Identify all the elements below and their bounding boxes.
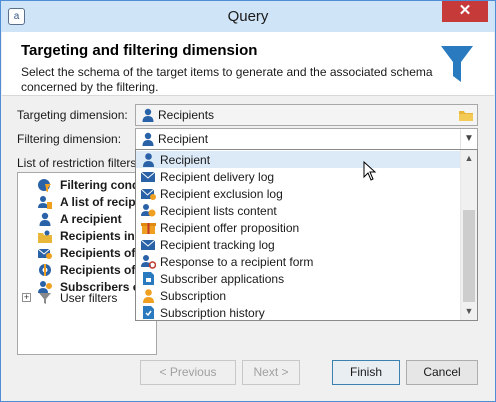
dropdown-item-label: Subscription history [160, 306, 265, 320]
targeting-dimension-label: Targeting dimension: [17, 108, 128, 122]
dropdown-item-label: Recipient lists content [160, 204, 277, 218]
dropdown-item-recipient[interactable]: Recipient [136, 151, 461, 168]
dropdown-item-offer-proposition[interactable]: Recipient offer proposition [136, 219, 461, 236]
tracking-mail-icon [141, 239, 156, 250]
query-window: a Query ✕ Targeting and filtering dimens… [0, 0, 496, 402]
mail-person-icon [38, 248, 52, 259]
chevron-down-icon[interactable]: ▼ [461, 303, 477, 320]
restriction-filters-label: List of restriction filters [17, 156, 137, 170]
chevron-up-icon[interactable]: ▲ [461, 150, 477, 167]
filtering-dimension-value: Recipient [158, 132, 209, 146]
mouse-cursor-icon [363, 161, 377, 181]
tree-item-label: Recipients of [60, 263, 136, 277]
dropdown-item-lists-content[interactable]: Recipient lists content [136, 202, 461, 219]
mail-log-icon [141, 171, 156, 182]
tree-item-label: Filtering cond [60, 178, 140, 192]
dropdown-item-label: Recipient tracking log [160, 238, 275, 252]
dropdown-item-label: Recipient [160, 153, 211, 167]
filtering-dimension-dropdown[interactable]: Recipient Recipient delivery log Recipie… [135, 149, 478, 321]
page-title: Targeting and filtering dimension [21, 42, 258, 59]
expand-icon[interactable]: + [22, 293, 31, 302]
folder-person-icon [38, 230, 52, 243]
next-button[interactable]: Next > [242, 360, 300, 385]
dropdown-item-exclusion-log[interactable]: Recipient exclusion log [136, 185, 461, 202]
person-icon [39, 212, 51, 226]
dropdown-item-subscriber-applications[interactable]: Subscriber applications [136, 270, 461, 287]
funnel-icon [441, 46, 473, 82]
subscription-icon [143, 289, 154, 303]
history-doc-icon [143, 306, 154, 319]
funnel-icon [39, 293, 51, 304]
dropdown-item-label: Response to a recipient form [160, 255, 314, 269]
dropdown-item-subscription[interactable]: Subscription [136, 287, 461, 304]
dropdown-item-tracking-log[interactable]: Recipient tracking log [136, 236, 461, 253]
dropdown-item-label: Subscription [160, 289, 227, 303]
person-at-icon [141, 255, 156, 269]
tree-item-label: Recipients inc [60, 229, 142, 243]
cancel-button[interactable]: Cancel [406, 360, 478, 385]
dropdown-scrollbar[interactable]: ▲ ▼ [460, 150, 477, 320]
app-doc-icon [143, 272, 154, 285]
window-title: Query [227, 8, 269, 25]
person-icon [143, 153, 154, 167]
life-ring-icon [39, 264, 51, 276]
filter-condition-icon [38, 179, 51, 192]
person-icon [142, 108, 154, 122]
person-icon [142, 132, 154, 146]
wizard-header: Targeting and filtering dimension Select… [2, 32, 494, 96]
dropdown-item-label: Recipient delivery log [160, 170, 275, 184]
tree-item-label: Recipients of [60, 246, 136, 260]
tree-item-label: A recipient [60, 212, 122, 226]
dropdown-item-response-form[interactable]: Response to a recipient form [136, 253, 461, 270]
chevron-down-icon[interactable]: ▼ [460, 129, 477, 149]
dropdown-item-delivery-log[interactable]: Recipient delivery log [136, 168, 461, 185]
gift-icon [141, 223, 156, 234]
tree-item-label: User filters [60, 291, 118, 305]
title-bar[interactable]: a Query ✕ [1, 1, 495, 32]
filtering-dimension-label: Filtering dimension: [17, 132, 122, 146]
page-description: Select the schema of the target items to… [21, 65, 433, 94]
scrollbar-thumb[interactable] [463, 210, 475, 302]
dropdown-item-subscription-history[interactable]: Subscription history [136, 304, 461, 320]
previous-button[interactable]: < Previous [140, 360, 236, 385]
dropdown-item-label: Recipient offer proposition [160, 221, 300, 235]
list-content-icon [141, 204, 156, 217]
filtering-dimension-combo[interactable]: Recipient ▼ [135, 128, 478, 150]
dropdown-item-label: Subscriber applications [160, 272, 285, 286]
close-button[interactable]: ✕ [442, 1, 488, 22]
targeting-dimension-value: Recipients [158, 108, 215, 122]
folder-icon[interactable] [458, 108, 474, 122]
tree-item-label: A list of recipi [60, 195, 139, 209]
dropdown-item-label: Recipient exclusion log [160, 187, 283, 201]
mail-exclusion-icon [141, 188, 156, 200]
finish-button[interactable]: Finish [332, 360, 400, 385]
targeting-dimension-field[interactable]: Recipients [135, 104, 478, 126]
list-person-icon [38, 196, 52, 209]
